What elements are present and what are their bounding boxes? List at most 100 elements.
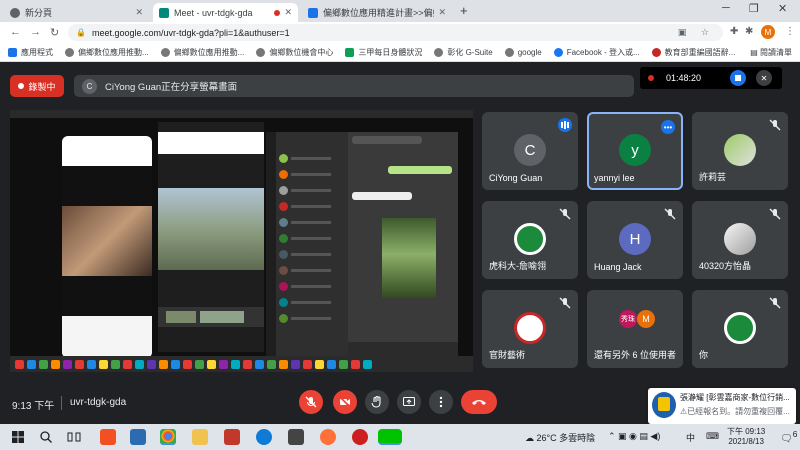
menu-icon[interactable]: ⋮ bbox=[785, 26, 795, 37]
tab-title: 偏鄉數位應用精進計畫>>偏鄉D bbox=[323, 8, 434, 18]
chat-photo bbox=[382, 218, 436, 298]
present-screen-button[interactable] bbox=[397, 390, 421, 414]
meet-stage: 錄製中 C CiYong Guan正在分享螢幕畫面 01:48:20 ✕ C C… bbox=[0, 62, 800, 424]
extensions-icon[interactable]: ✚ bbox=[730, 26, 738, 37]
mic-off-icon bbox=[769, 297, 781, 309]
reload-icon[interactable]: ↻ bbox=[50, 26, 59, 39]
leave-call-button[interactable] bbox=[461, 390, 497, 414]
tab-project[interactable]: 偏鄉數位應用精進計畫>>偏鄉D ✕ bbox=[302, 3, 452, 22]
bookmark-item[interactable]: 教育部重編國語辭... bbox=[651, 47, 736, 58]
edge-icon[interactable] bbox=[256, 429, 272, 445]
profile-avatar[interactable]: M bbox=[761, 25, 775, 39]
window-close-button[interactable]: ✕ bbox=[778, 2, 787, 15]
browser-toolbar: ← → ↻ 🔒 meet.google.com/uvr-tdgk-gda?pli… bbox=[0, 22, 800, 43]
microphone-toggle-button[interactable] bbox=[299, 390, 323, 414]
sender-avatar bbox=[652, 392, 676, 418]
facebook-icon bbox=[553, 47, 563, 57]
minimize-button[interactable]: ─ bbox=[722, 2, 730, 14]
opera-icon[interactable] bbox=[352, 429, 368, 445]
close-icon[interactable]: ✕ bbox=[438, 7, 446, 18]
bookmark-label: Facebook - 登入或... bbox=[566, 47, 640, 57]
bookmark-item[interactable]: Facebook - 登入或... bbox=[553, 47, 640, 58]
line-icon[interactable] bbox=[378, 429, 402, 445]
participant-tile[interactable]: 許莉芸 bbox=[692, 112, 788, 190]
search-icon[interactable] bbox=[38, 429, 54, 445]
recorder-widget: 01:48:20 ✕ bbox=[640, 67, 782, 89]
taskbar-time: 下午 09:13 bbox=[727, 427, 766, 436]
raise-hand-button[interactable] bbox=[365, 390, 389, 414]
firefox-icon[interactable] bbox=[320, 429, 336, 445]
notification-center-icon[interactable]: 🗨6 bbox=[780, 429, 797, 444]
screen-taskbar bbox=[10, 356, 473, 372]
participant-tile[interactable]: 官財藝術 bbox=[482, 290, 578, 368]
avatar bbox=[514, 312, 546, 344]
mic-off-icon bbox=[769, 119, 781, 131]
tab-meet[interactable]: Meet - uvr-tdgk-gda ✕ bbox=[153, 3, 298, 22]
bookmark-item[interactable]: 彰化 G-Suite bbox=[434, 47, 493, 58]
participant-tile[interactable]: 虎科大-詹喻翎 bbox=[482, 201, 578, 279]
bookmark-item[interactable]: 三甲每日身體狀況 bbox=[345, 47, 422, 58]
lock-icon: 🔒 bbox=[76, 28, 86, 37]
more-options-button[interactable] bbox=[429, 390, 453, 414]
close-icon[interactable]: ✕ bbox=[135, 7, 143, 18]
bookmark-apps[interactable]: 應用程式 bbox=[8, 47, 53, 58]
bookmark-label: 偏鄉數位應用推動... bbox=[78, 47, 149, 57]
taskbar-clock[interactable]: 下午 09:13 2021/8/13 bbox=[727, 427, 765, 447]
weather-widget[interactable]: ☁ 26°C 多雲時陰 bbox=[525, 431, 595, 444]
recording-dot-icon bbox=[274, 9, 281, 16]
participant-tile-group[interactable]: 秀珠 M 還有另外 6 位使用者 bbox=[587, 290, 683, 368]
app-icon[interactable] bbox=[224, 429, 240, 445]
recording-indicator[interactable]: 錄製中 bbox=[10, 75, 64, 97]
taskbar-date: 2021/8/13 bbox=[728, 437, 764, 446]
apps-icon bbox=[8, 47, 17, 57]
mic-off-icon[interactable]: ✕ bbox=[756, 70, 772, 86]
participant-tile[interactable]: C CiYong Guan bbox=[482, 112, 578, 190]
back-icon[interactable]: ← bbox=[10, 26, 21, 38]
url-text: meet.google.com/uvr-tdgk-gda?pli=1&authu… bbox=[91, 27, 290, 38]
ime-indicator[interactable]: 中 bbox=[686, 431, 695, 444]
notification-popup[interactable]: 張瀞耀 [彰雲嘉商家-數位行銷... ⚠已經報名到。請勿重複回覆... bbox=[648, 388, 796, 424]
tray-icons[interactable]: ⌃ ▣ ◉ ▤ ◀) bbox=[608, 431, 660, 442]
meet-icon bbox=[159, 7, 169, 18]
windows-start-icon[interactable] bbox=[10, 429, 26, 445]
address-bar[interactable]: 🔒 meet.google.com/uvr-tdgk-gda?pli=1&aut… bbox=[68, 24, 723, 41]
puzzle-icon[interactable]: ✱ bbox=[745, 26, 753, 37]
bookmark-item[interactable]: 偏鄉數位應用推動... bbox=[65, 47, 149, 58]
mic-off-icon bbox=[559, 208, 571, 220]
close-icon[interactable]: ✕ bbox=[284, 7, 292, 18]
participant-tile[interactable]: H Huang Jack bbox=[587, 201, 683, 279]
presenting-banner: C CiYong Guan正在分享螢幕畫面 bbox=[74, 75, 634, 97]
restore-button[interactable]: ❐ bbox=[749, 2, 759, 15]
bookmark-item[interactable]: google bbox=[504, 47, 542, 57]
self-tile[interactable]: 你 bbox=[692, 290, 788, 368]
file-explorer-icon[interactable] bbox=[192, 429, 208, 445]
reading-list[interactable]: ▤ 閱讀清單 bbox=[750, 47, 792, 58]
keyboard-icon[interactable]: ⌨ bbox=[706, 431, 719, 442]
stop-recording-button[interactable] bbox=[730, 70, 746, 86]
tab-new-tab[interactable]: 新分頁 ✕ bbox=[4, 3, 149, 22]
new-tab-button[interactable]: + bbox=[460, 3, 468, 18]
bookmark-label: 教育部重編國語辭... bbox=[664, 47, 736, 57]
camera-toggle-button[interactable] bbox=[333, 390, 357, 414]
app-icon[interactable] bbox=[288, 429, 304, 445]
shared-photo bbox=[62, 206, 152, 276]
more-options-icon[interactable]: ••• bbox=[661, 120, 675, 134]
mail-icon[interactable] bbox=[130, 429, 146, 445]
store-icon[interactable] bbox=[100, 429, 116, 445]
phone-mirror bbox=[62, 136, 152, 358]
chrome-taskbar-icon[interactable] bbox=[160, 429, 176, 445]
mic-off-icon bbox=[664, 208, 676, 220]
temperature: 26°C bbox=[536, 433, 557, 443]
chrome-icon bbox=[10, 7, 20, 18]
forward-icon[interactable]: → bbox=[30, 26, 41, 38]
bookmark-item[interactable]: 偏鄉數位應用推動... bbox=[160, 47, 244, 58]
camera-icon[interactable]: ▣ ☆ bbox=[678, 27, 715, 38]
participant-tile[interactable]: ••• y yannyi lee bbox=[587, 112, 683, 190]
task-view-icon[interactable] bbox=[66, 429, 82, 445]
mic-off-icon bbox=[559, 297, 571, 309]
bookmark-item[interactable]: 偏鄉數位機會中心 bbox=[256, 47, 333, 58]
recording-label: 錄製中 bbox=[28, 81, 56, 92]
participant-tile[interactable]: 40320方怡晶 bbox=[692, 201, 788, 279]
bookmark-label: google bbox=[517, 47, 542, 57]
tab-title: Meet - uvr-tdgk-gda bbox=[174, 7, 253, 18]
